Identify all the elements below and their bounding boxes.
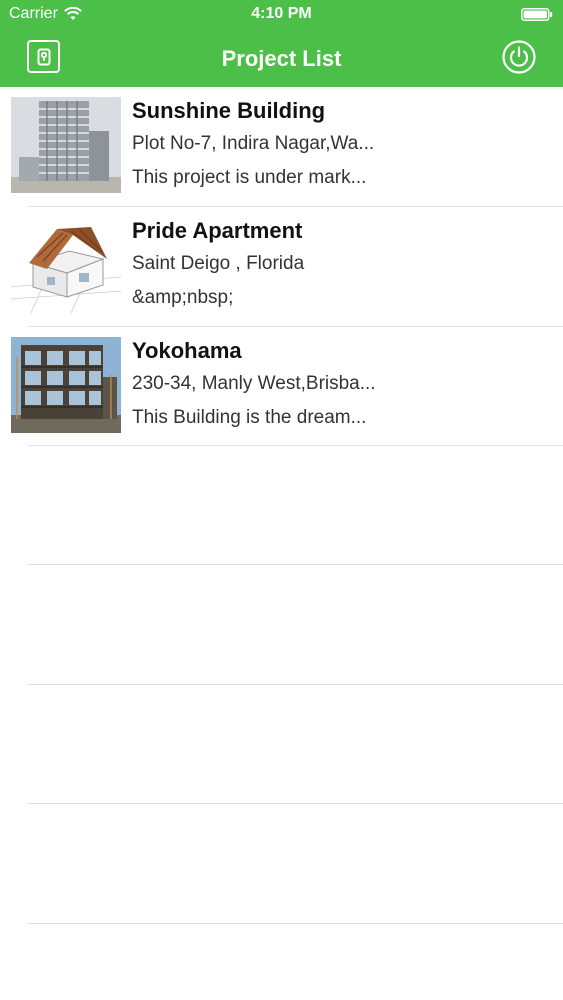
empty-row-divider [28, 564, 563, 565]
empty-row-divider [28, 684, 563, 685]
project-description: &amp;nbsp; [132, 287, 234, 308]
nav-bar: Project List [0, 30, 563, 87]
keyhole-icon [37, 48, 50, 65]
project-thumbnail [11, 217, 121, 313]
project-title: Yokohama [132, 338, 242, 363]
project-thumbnail [11, 97, 121, 193]
row-divider [28, 445, 563, 446]
empty-row-divider [28, 923, 563, 924]
page-title: Project List [221, 45, 342, 71]
project-row[interactable]: Yokohama 230-34, Manly West,Brisba... Th… [0, 327, 563, 447]
project-title: Sunshine Building [132, 98, 326, 123]
project-address: Plot No-7, Indira Nagar,Wa... [132, 133, 375, 154]
project-address: Saint Deigo , Florida [132, 253, 305, 274]
project-row[interactable]: Pride Apartment Saint Deigo , Florida &a… [0, 207, 563, 327]
power-icon[interactable] [502, 40, 536, 74]
app-header: Carrier 4:10 PM Project List [0, 0, 563, 87]
status-time: 4:10 PM [251, 5, 312, 22]
project-thumbnail [11, 337, 121, 433]
battery-icon [521, 8, 553, 21]
project-address: 230-34, Manly West,Brisba... [132, 373, 376, 394]
project-description: This Building is the dream... [132, 407, 367, 428]
project-row[interactable]: Sunshine Building Plot No-7, Indira Naga… [0, 87, 563, 207]
project-title: Pride Apartment [132, 218, 303, 243]
keyhole-button[interactable] [27, 40, 60, 73]
empty-row-divider [28, 803, 563, 804]
project-description: This project is under mark... [132, 167, 367, 188]
status-bar: Carrier 4:10 PM [0, 0, 563, 30]
project-list: Sunshine Building Plot No-7, Indira Naga… [0, 87, 563, 1000]
